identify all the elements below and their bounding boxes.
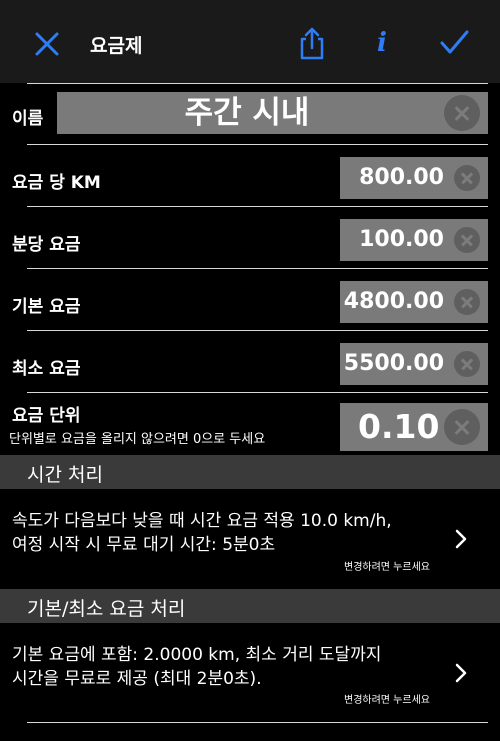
minimum-fare-field[interactable]: 5500.00 [340, 343, 488, 385]
per-km-label: 요금 당 KM [12, 173, 101, 193]
per-minute-value[interactable]: 100.00 [359, 219, 444, 261]
separator [27, 144, 488, 145]
separator [27, 83, 488, 84]
section-header-time: 시간 처리 [0, 455, 500, 489]
tap-to-change-hint: 변경하려면 누르세요 [344, 562, 430, 573]
base-fare-handling-row[interactable]: 기본 요금에 포함: 2.0000 km, 최소 거리 도달까지 시간을 무료로… [0, 623, 500, 723]
per-km-value[interactable]: 800.00 [359, 157, 444, 199]
name-label: 이름 [12, 109, 44, 129]
clear-fare-unit-icon[interactable] [444, 409, 480, 445]
close-icon[interactable] [32, 29, 62, 59]
time-handling-row[interactable]: 속도가 다음보다 낮을 때 시간 요금 적용 10.0 km/h, 여정 시작 … [0, 489, 500, 589]
base-fare-field[interactable]: 4800.00 [340, 281, 488, 323]
fare-unit-hint: 단위별로 요금을 올리지 않으려면 0으로 두세요 [9, 432, 266, 447]
base-fare-label: 기본 요금 [12, 297, 81, 317]
per-minute-field[interactable]: 100.00 [340, 219, 488, 261]
clear-base-fare-icon[interactable] [454, 289, 480, 315]
name-field[interactable]: 주간 시내 [57, 92, 488, 134]
navigation-bar: 요금제 i [0, 0, 500, 83]
clear-minimum-fare-icon[interactable] [454, 351, 480, 377]
name-value[interactable]: 주간 시내 [57, 92, 437, 134]
section-title: 시간 처리 [27, 464, 103, 486]
checkmark-icon[interactable] [438, 28, 470, 58]
clear-per-minute-icon[interactable] [454, 227, 480, 253]
info-icon[interactable]: i [372, 26, 392, 60]
fare-unit-field[interactable]: 0.10 [340, 403, 488, 451]
base-fare-value[interactable]: 4800.00 [344, 281, 444, 323]
chevron-right-icon [455, 529, 467, 549]
clear-per-km-icon[interactable] [454, 165, 480, 191]
page-title: 요금제 [90, 35, 143, 57]
clear-name-icon[interactable] [444, 95, 480, 131]
per-km-field[interactable]: 800.00 [340, 157, 488, 199]
separator [27, 330, 488, 331]
section-title: 기본/최소 요금 처리 [27, 598, 186, 620]
base-fare-handling-line-1: 기본 요금에 포함: 2.0000 km, 최소 거리 도달까지 [12, 645, 382, 665]
fare-unit-value[interactable]: 0.10 [358, 403, 439, 451]
separator [27, 268, 488, 269]
share-icon[interactable] [297, 26, 327, 60]
time-handling-line-1: 속도가 다음보다 낮을 때 시간 요금 적용 10.0 km/h, [12, 511, 392, 531]
section-header-base-fare: 기본/최소 요금 처리 [0, 589, 500, 623]
chevron-right-icon [455, 663, 467, 683]
per-minute-label: 분당 요금 [12, 235, 81, 255]
minimum-fare-value[interactable]: 5500.00 [344, 343, 444, 385]
separator [27, 722, 488, 723]
fare-unit-label: 요금 단위 [12, 406, 81, 426]
time-handling-line-2: 여정 시작 시 무료 대기 시간: 5분0초 [12, 535, 276, 555]
base-fare-handling-line-2: 시간을 무료로 제공 (최대 2분0초). [12, 669, 262, 689]
tap-to-change-hint: 변경하려면 누르세요 [344, 695, 430, 706]
separator [27, 206, 488, 207]
minimum-fare-label: 최소 요금 [12, 359, 81, 379]
separator [27, 392, 488, 393]
